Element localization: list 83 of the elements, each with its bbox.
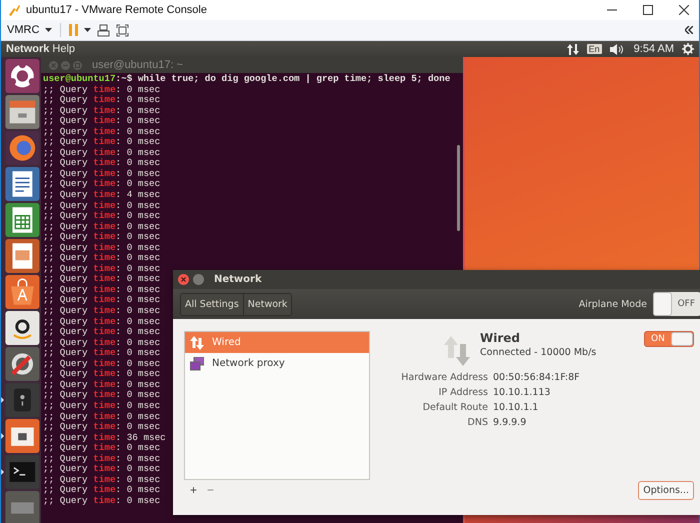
menu-item[interactable]: Help — [52, 43, 76, 55]
terminal-line: ;; Query time: 0 msec — [43, 126, 160, 137]
terminal-line: ;; Query time: 0 msec — [43, 485, 160, 496]
terminal-title: user@ubuntu17: ~ — [92, 59, 183, 71]
terminal-line: ;; Query time: 0 msec — [43, 369, 160, 380]
terminal-line: ;; Query time: 0 msec — [43, 474, 160, 485]
breadcrumb-button[interactable]: All Settings — [181, 294, 244, 314]
add-button[interactable]: + — [186, 483, 202, 497]
terminal-line: ;; Query time: 0 msec — [43, 211, 160, 222]
terminal-line: ;; Query time: 0 msec — [43, 496, 160, 506]
terminal-line: ;; Query time: 0 msec — [43, 284, 160, 295]
terminal-line: ;; Query time: 0 msec — [43, 84, 160, 95]
disk-icon[interactable] — [1, 383, 41, 417]
connection-name: Wired — [480, 331, 521, 345]
network-arrows-icon[interactable] — [566, 44, 579, 54]
close-icon[interactable] — [679, 5, 689, 15]
window-title: ubuntu17 - VMware Remote Console — [26, 4, 207, 16]
terminal-line: ;; Query time: 0 msec — [43, 106, 160, 116]
terminal-line: ;; Query time: 0 msec — [43, 179, 160, 190]
connection-status: Connected - 10000 Mb/s — [480, 347, 596, 358]
terminal-line: ;; Query time: 0 msec — [43, 168, 160, 179]
settings-icon[interactable] — [682, 43, 694, 55]
property-value: 10.10.1.113 — [493, 387, 552, 398]
caret-icon — [45, 28, 52, 32]
terminal-line: ;; Query time: 0 msec — [43, 264, 160, 274]
terminal-line: ;; Query time: 0 msec — [43, 95, 160, 106]
terminal-line: ;; Query time: 0 msec — [43, 137, 160, 148]
command-line: user@ubuntu17:~$ while true; do dig google.com | grep time; sleep 5; done — [43, 74, 450, 85]
clock[interactable]: 9:54 AM — [634, 43, 674, 55]
collapse-icon[interactable] — [685, 26, 693, 34]
terminal-line: ;; Query time: 0 msec — [43, 222, 160, 232]
terminal-line: ;; Query time: 0 msec — [43, 274, 160, 285]
terminal-line: ;; Query time: 0 msec — [43, 464, 160, 475]
caret-icon[interactable] — [84, 28, 92, 32]
terminal-line: ;; Query time: 0 msec — [43, 358, 160, 369]
device-list-item[interactable]: Network proxy — [185, 353, 369, 374]
airplane-mode-label: Airplane Mode — [578, 298, 647, 310]
terminal-line: ;; Query time: 0 msec — [43, 348, 160, 359]
terminal-line: ;; Query time: 0 msec — [43, 400, 160, 412]
terminal-line: ;; Query time: 4 msec — [43, 190, 160, 201]
network-arrows-icon — [444, 336, 470, 366]
toggle-switch[interactable]: OFF — [653, 292, 700, 316]
volume-icon[interactable] — [610, 44, 626, 54]
fullscreen-icon[interactable] — [116, 24, 130, 36]
maximize-icon[interactable] — [643, 5, 653, 15]
terminal-line: ;; Query time: 0 msec — [43, 158, 160, 169]
vmrc-menu-button[interactable]: VMRC — [7, 24, 40, 36]
scrollbar[interactable] — [457, 145, 460, 231]
terminal-line: ;; Query time: 0 msec — [43, 306, 160, 317]
property-label: DNS — [466, 417, 488, 428]
options-button[interactable]: Options... — [638, 481, 694, 500]
breadcrumb-button[interactable]: Network — [244, 294, 292, 314]
terminal-line: ;; Query time: 0 msec — [43, 232, 160, 243]
terminal-line: ;; Query time: 0 msec — [43, 454, 160, 464]
property-value: 00:50:56:84:1F:8F — [493, 372, 581, 383]
terminal-line: ;; Query time: 0 msec — [43, 148, 160, 158]
terminal-line: ;; Query time: 0 msec — [43, 295, 160, 306]
menu-item[interactable]: Network — [6, 43, 50, 55]
property-label: Hardware Address — [400, 372, 488, 383]
monitors-icon — [190, 356, 204, 370]
terminal-line: ;; Query time: 0 msec — [43, 200, 160, 211]
terminal-line: ;; Query time: 0 msec — [43, 390, 160, 401]
network-arrows-icon — [190, 336, 204, 350]
terminal-line: ;; Query time: 0 msec — [43, 327, 160, 338]
terminal-icon[interactable] — [1, 455, 41, 489]
folder-icon[interactable] — [1, 419, 41, 453]
keyboard-layout-indicator[interactable]: En — [586, 44, 602, 54]
terminal-line: ;; Query time: 0 msec — [43, 242, 160, 253]
terminal-line: ;; Query time: 0 msec — [43, 380, 160, 390]
property-label: IP Address — [438, 387, 488, 398]
terminal-line: ;; Query time: 0 msec — [43, 116, 160, 127]
window-title: Network — [214, 274, 262, 285]
terminal-line: ;; Query time: 0 msec — [43, 316, 160, 327]
terminal-line: ;; Query time: 0 msec — [43, 412, 160, 422]
terminal-line: ;; Query time: 0 msec — [43, 253, 160, 264]
property-value: 10.10.1.1 — [493, 402, 540, 413]
property-label: Default Route — [422, 402, 488, 413]
terminal-line: ;; Query time: 0 msec — [43, 338, 160, 348]
app-icon — [7, 3, 21, 17]
terminal-line: ;; Query time: 36 msec — [43, 432, 166, 443]
property-value: 9.9.9.9 — [493, 417, 528, 428]
terminal-line: ;; Query time: 0 msec — [43, 422, 160, 433]
terminal-line: ;; Query time: 0 msec — [43, 443, 160, 454]
